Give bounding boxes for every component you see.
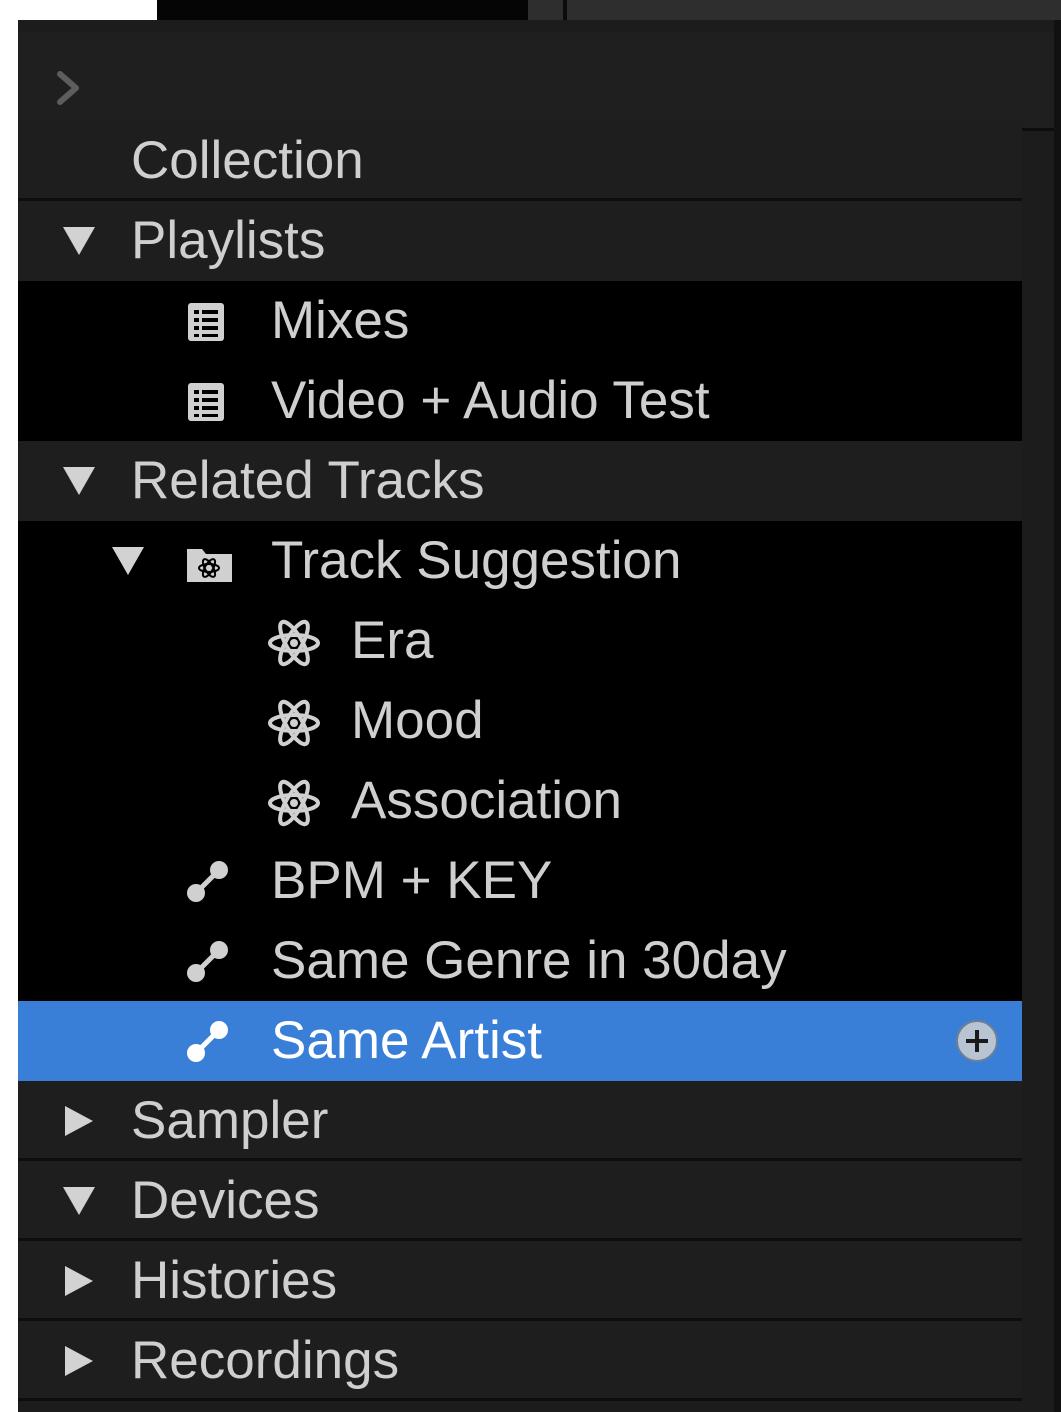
expanded-triangle-icon[interactable]	[63, 467, 95, 495]
playlist-icon	[188, 383, 224, 421]
link-label: BPM + KEY	[271, 851, 553, 910]
link-label: Same Artist	[271, 1011, 542, 1070]
window-chrome-left	[0, 0, 157, 20]
suggestion-item-association[interactable]: Association	[18, 761, 1022, 841]
collapsed-triangle-icon[interactable]	[65, 1346, 93, 1376]
tree-item-related-tracks[interactable]: Related Tracks	[18, 441, 1022, 521]
devices-label: Devices	[131, 1171, 320, 1230]
recordings-label: Recordings	[131, 1331, 400, 1390]
collection-label: Collection	[131, 131, 364, 190]
suggestion-item-mood[interactable]: Mood	[18, 681, 1022, 761]
tree-view: Collection Playlists Mixes Video + Audio…	[18, 121, 1022, 1401]
expanded-triangle-icon[interactable]	[63, 1187, 95, 1215]
playlists-label: Playlists	[131, 211, 326, 270]
link-icon	[187, 941, 228, 982]
suggestion-label: Mood	[351, 691, 484, 750]
window-chrome-right	[528, 0, 1061, 20]
playlist-item-mixes[interactable]: Mixes	[18, 281, 1022, 361]
playlist-label: Mixes	[271, 291, 410, 350]
left-gutter	[0, 20, 18, 1412]
link-icon	[187, 1021, 228, 1062]
tree-item-devices[interactable]: Devices	[18, 1161, 1022, 1241]
tree-item-recordings[interactable]: Recordings	[18, 1321, 1022, 1401]
link-item-same-artist[interactable]: Same Artist	[18, 1001, 1022, 1081]
tree-item-sampler[interactable]: Sampler	[18, 1081, 1022, 1161]
expanded-triangle-icon[interactable]	[63, 227, 95, 255]
chevron-right-icon[interactable]	[54, 68, 82, 108]
folder-label: Track Suggestion	[271, 531, 682, 590]
suggestion-item-era[interactable]: Era	[18, 601, 1022, 681]
playlist-label: Video + Audio Test	[271, 371, 710, 430]
add-button[interactable]	[956, 1020, 998, 1062]
link-label: Same Genre in 30day	[271, 931, 787, 990]
related-tracks-label: Related Tracks	[131, 451, 485, 510]
panel-toolbar	[18, 32, 1054, 131]
playlist-icon	[188, 303, 224, 341]
window-chrome-center	[157, 0, 528, 20]
right-edge	[1054, 20, 1061, 1412]
collapsed-triangle-icon[interactable]	[65, 1106, 93, 1136]
tree-item-collection[interactable]: Collection	[18, 121, 1022, 201]
sampler-label: Sampler	[131, 1091, 329, 1150]
tree-item-histories[interactable]: Histories	[18, 1241, 1022, 1321]
histories-label: Histories	[131, 1251, 338, 1310]
expanded-triangle-icon[interactable]	[112, 547, 144, 575]
folder-item-track-suggestion[interactable]: Track Suggestion	[18, 521, 1022, 601]
window-chrome-divider	[563, 0, 567, 20]
link-item-same-genre[interactable]: Same Genre in 30day	[18, 921, 1022, 1001]
suggestion-label: Association	[351, 771, 623, 830]
tree-item-playlists[interactable]: Playlists	[18, 201, 1022, 281]
atom-icon	[268, 699, 320, 747]
intelligent-folder-icon	[187, 549, 232, 582]
link-icon	[187, 861, 228, 902]
tree-panel: Collection Playlists Mixes Video + Audio…	[18, 20, 1054, 1412]
collapsed-triangle-icon[interactable]	[65, 1266, 93, 1296]
link-item-bpm-key[interactable]: BPM + KEY	[18, 841, 1022, 921]
atom-icon	[268, 619, 320, 667]
plus-icon	[966, 1030, 988, 1052]
atom-icon	[268, 779, 320, 827]
playlist-item-video-audio-test[interactable]: Video + Audio Test	[18, 361, 1022, 441]
suggestion-label: Era	[351, 611, 434, 670]
